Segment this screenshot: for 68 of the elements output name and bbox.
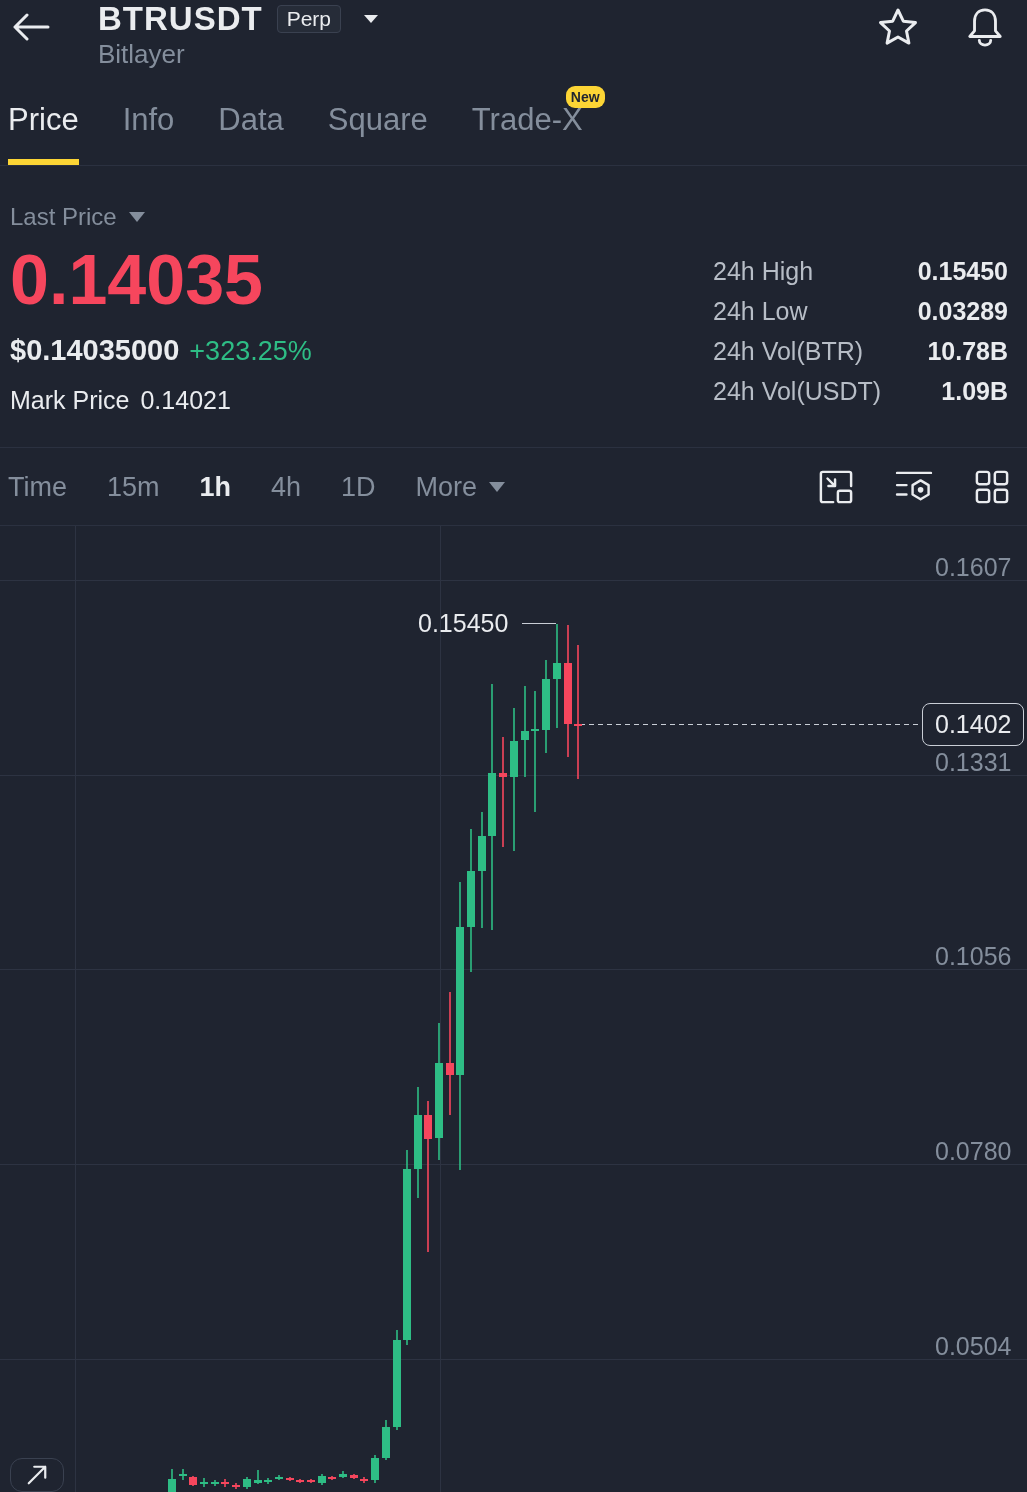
stat-label: 24h Vol(BTR) bbox=[713, 336, 865, 367]
interval-tab[interactable]: 1D bbox=[341, 469, 376, 504]
new-badge: New bbox=[565, 86, 605, 108]
bell-icon[interactable] bbox=[965, 7, 1005, 47]
interval-tab[interactable]: 15m bbox=[107, 469, 160, 504]
price-axis-label: 0.1607 bbox=[935, 553, 1012, 581]
price-axis-label: 0.1056 bbox=[935, 942, 1012, 970]
falling-candle bbox=[328, 1475, 336, 1481]
rising-candle bbox=[264, 1477, 272, 1485]
back-arrow-icon[interactable] bbox=[12, 13, 50, 41]
rising-candle bbox=[371, 1454, 379, 1484]
rising-candle bbox=[179, 1468, 187, 1481]
rising-candle bbox=[211, 1479, 219, 1487]
price-axis-label: 0.0780 bbox=[935, 1137, 1012, 1165]
stat-value: 0.03289 bbox=[917, 296, 1008, 327]
falling-candle bbox=[232, 1482, 240, 1490]
stat-label: 24h High bbox=[713, 256, 815, 287]
falling-candle bbox=[350, 1473, 358, 1480]
rising-candle bbox=[318, 1473, 326, 1486]
window-arrow-icon[interactable] bbox=[819, 469, 853, 504]
lines-hexagon-icon[interactable] bbox=[895, 470, 933, 503]
interval-tab[interactable]: 4h bbox=[271, 469, 302, 504]
last-price: 0.14035 bbox=[10, 242, 264, 318]
more-dropdown[interactable]: More bbox=[415, 469, 506, 504]
price-change: +323.25% bbox=[189, 335, 312, 368]
falling-candle bbox=[307, 1478, 315, 1484]
stat-label: 24h Low bbox=[713, 296, 809, 327]
current-price-tag: 0.1402 bbox=[922, 703, 1024, 746]
tab[interactable]: Info bbox=[122, 102, 175, 165]
falling-candle bbox=[221, 1478, 229, 1488]
falling-candle bbox=[296, 1478, 304, 1484]
rising-candle bbox=[339, 1470, 347, 1479]
stat-value: 1.09B bbox=[940, 376, 1008, 407]
star-icon[interactable] bbox=[878, 7, 918, 47]
rising-candle bbox=[243, 1476, 251, 1490]
price-axis-label: 0.0504 bbox=[935, 1332, 1012, 1360]
mark-price-label: Mark Price bbox=[10, 385, 130, 416]
mark-price-value: 0.14021 bbox=[140, 385, 231, 416]
rising-candle bbox=[382, 1419, 390, 1461]
contract-type-badge: Perp bbox=[276, 5, 341, 33]
caret-down-icon[interactable] bbox=[363, 14, 379, 24]
falling-candle bbox=[360, 1476, 368, 1484]
caret-down-icon bbox=[489, 481, 506, 492]
stat-label: 24h Vol(USDT) bbox=[713, 376, 883, 407]
usd-price: $0.14035000 bbox=[10, 333, 180, 368]
pair-title: BTRUSDT bbox=[98, 0, 263, 38]
rising-candle bbox=[254, 1469, 262, 1485]
tab[interactable]: Price bbox=[8, 102, 79, 165]
stat-value: 0.15450 bbox=[917, 256, 1008, 287]
interval-tab[interactable]: 1h bbox=[199, 469, 232, 504]
stat-value: 10.78B bbox=[926, 336, 1008, 367]
rising-candle bbox=[168, 1468, 176, 1492]
rising-candle bbox=[275, 1474, 283, 1481]
expand-button[interactable] bbox=[10, 1458, 64, 1492]
tab[interactable]: Square bbox=[327, 102, 428, 165]
price-axis-label: 0.1331 bbox=[935, 748, 1012, 776]
expand-arrow-icon bbox=[26, 1464, 48, 1486]
caret-down-icon bbox=[128, 212, 145, 222]
interval-tab[interactable]: Time bbox=[8, 469, 67, 504]
falling-candle bbox=[189, 1475, 197, 1487]
grid-icon[interactable] bbox=[975, 469, 1009, 504]
exchange-subtitle: Bitlayer bbox=[98, 39, 186, 69]
falling-candle bbox=[286, 1476, 294, 1482]
high-price-label: 0.15450 bbox=[418, 609, 509, 637]
price-type-dropdown[interactable]: Last Price bbox=[10, 202, 145, 232]
tab[interactable]: Data bbox=[218, 102, 284, 165]
rising-candle bbox=[200, 1477, 208, 1488]
leader-line bbox=[521, 622, 557, 625]
